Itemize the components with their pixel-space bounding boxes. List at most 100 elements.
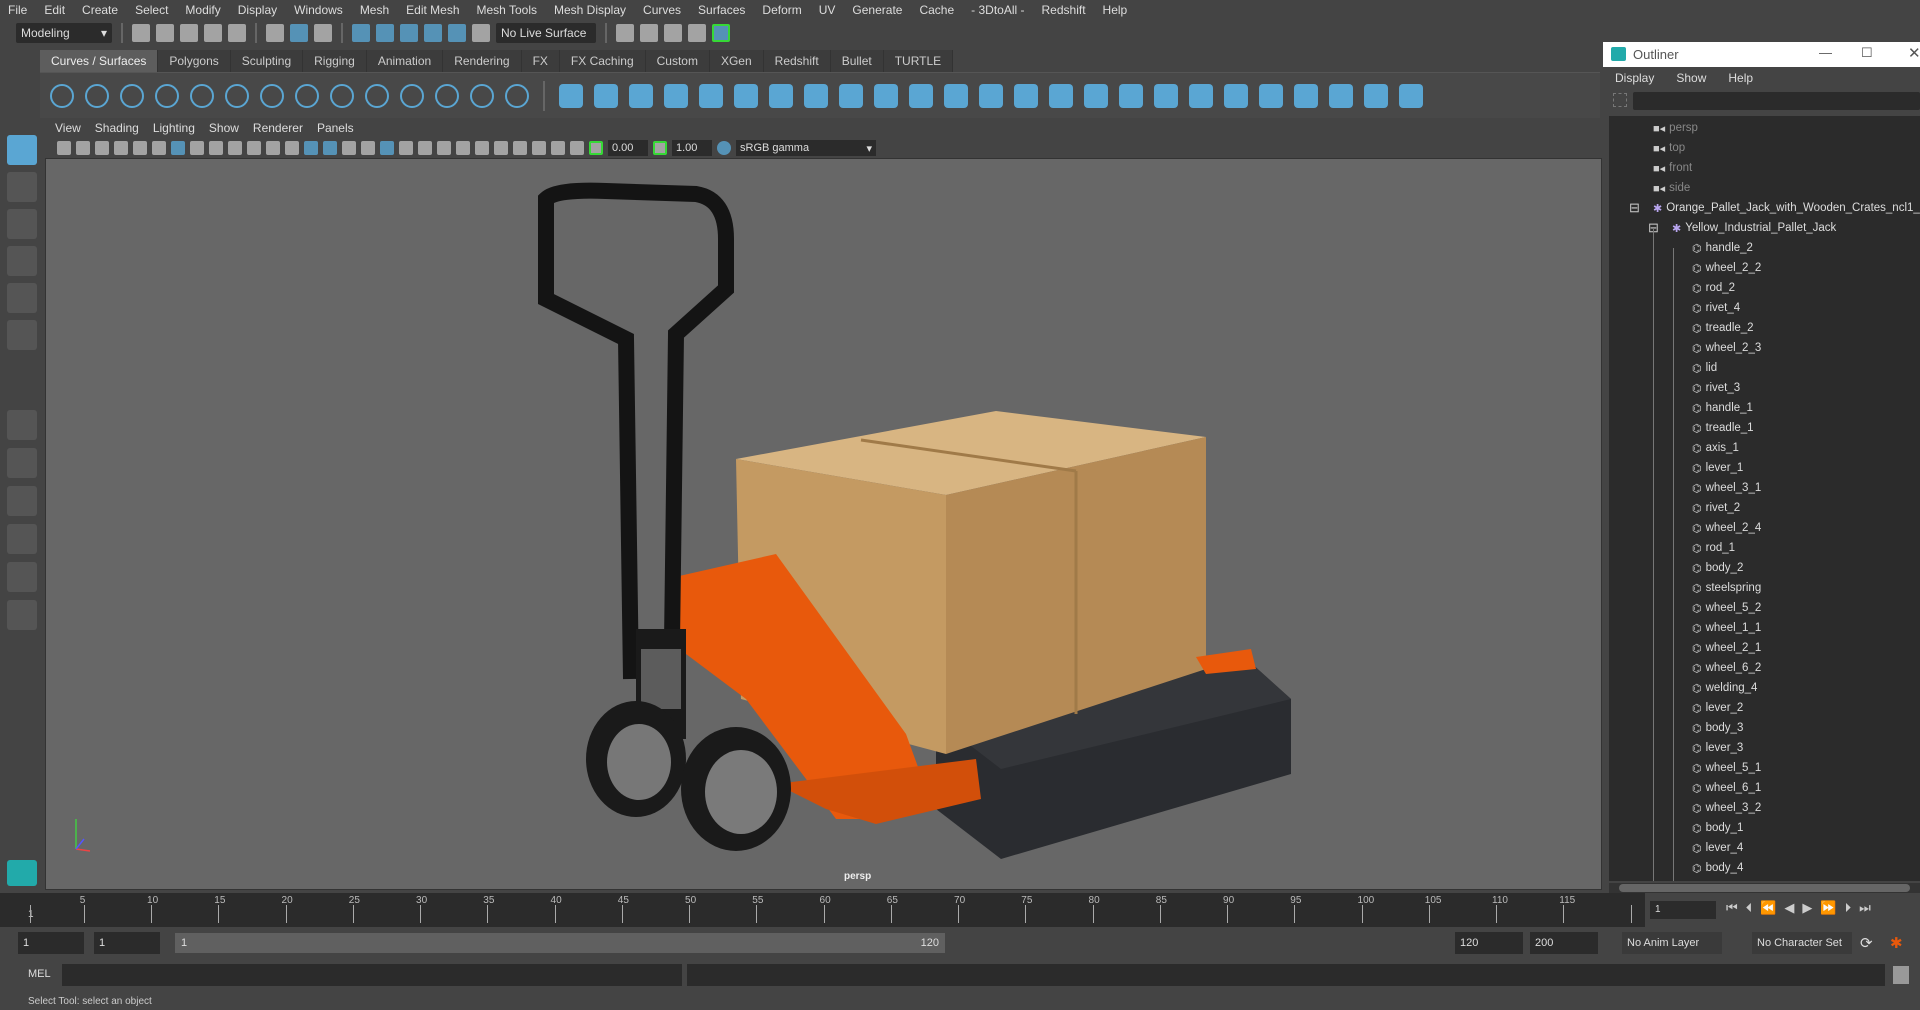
menu--3dtoall-[interactable]: - 3DtoAll -: [971, 3, 1024, 17]
outliner-item[interactable]: ■◂ top: [1653, 138, 1685, 158]
bevel-icon[interactable]: [944, 83, 968, 108]
panel-menu-shading[interactable]: Shading: [95, 121, 139, 135]
snap-live-icon[interactable]: [472, 24, 490, 42]
move-tool-icon[interactable]: [7, 246, 37, 276]
mel-label[interactable]: MEL: [28, 968, 51, 980]
menu-surfaces[interactable]: Surfaces: [698, 3, 745, 17]
exposure-field[interactable]: 0.00: [608, 140, 648, 156]
playback-start-field[interactable]: 1: [94, 932, 160, 954]
two-pane-layout-icon[interactable]: [7, 486, 37, 516]
graph-layout-icon[interactable]: [7, 562, 37, 592]
end-time-field[interactable]: 200: [1530, 932, 1598, 954]
rotate-tool-icon[interactable]: [7, 283, 37, 313]
outliner-item[interactable]: ⌬ wheel_2_2: [1692, 258, 1761, 278]
outliner-menu-help[interactable]: Help: [1728, 71, 1753, 85]
menu-display[interactable]: Display: [238, 3, 277, 17]
sculpt-icon[interactable]: [1224, 83, 1248, 108]
play-forward-icon[interactable]: ▶: [1802, 900, 1812, 916]
wireframe-icon[interactable]: [304, 141, 318, 155]
maximize-icon[interactable]: ☐: [1861, 45, 1873, 61]
single-pane-layout-icon[interactable]: [7, 410, 37, 440]
step-forward-icon[interactable]: ⏵: [1845, 900, 1852, 916]
auto-key-icon[interactable]: ⟳: [1860, 934, 1873, 952]
undo-icon[interactable]: [204, 24, 222, 42]
cylinder-icon[interactable]: [629, 83, 653, 108]
extend-curve-icon[interactable]: [505, 83, 529, 108]
outliner-item[interactable]: ⌬ body_1: [1692, 818, 1743, 838]
grid-icon[interactable]: [171, 141, 185, 155]
planar-icon[interactable]: [839, 83, 863, 108]
resolution-gate-icon[interactable]: [209, 141, 223, 155]
panel-menu-lighting[interactable]: Lighting: [153, 121, 195, 135]
project-icon[interactable]: [1119, 83, 1143, 108]
panel-menu-view[interactable]: View: [55, 121, 81, 135]
untrim-icon[interactable]: [1084, 83, 1108, 108]
render-sequence-icon[interactable]: [640, 24, 658, 42]
outliner-item[interactable]: ⌬ wheel_6_2: [1692, 658, 1761, 678]
time-slider[interactable]: 1 51015202530354045505560657075808590951…: [0, 893, 1645, 927]
square-icon[interactable]: [85, 83, 109, 108]
menu-modify[interactable]: Modify: [185, 3, 220, 17]
2d-pan-icon[interactable]: [133, 141, 147, 155]
extrude-icon[interactable]: [874, 83, 898, 108]
live-surface-field[interactable]: No Live Surface: [496, 23, 596, 43]
script-editor-icon[interactable]: [1893, 966, 1909, 984]
bezier-curve-icon[interactable]: [190, 83, 214, 108]
menu-cache[interactable]: Cache: [919, 3, 954, 17]
snap-curve-icon[interactable]: [376, 24, 394, 42]
step-forward-key-icon[interactable]: ⏩: [1820, 900, 1836, 916]
outliner-item[interactable]: ⌬ body_2: [1692, 558, 1743, 578]
select-tool-icon[interactable]: [7, 135, 37, 165]
shelf-tab[interactable]: FX Caching: [559, 50, 646, 72]
safe-title-icon[interactable]: [285, 141, 299, 155]
start-time-field[interactable]: 1: [18, 932, 84, 954]
circle-icon[interactable]: [50, 83, 74, 108]
outliner-item[interactable]: ■◂ persp: [1653, 118, 1698, 138]
plane-icon[interactable]: [699, 83, 723, 108]
playback-end-field[interactable]: 120: [1455, 932, 1523, 954]
character-set-select[interactable]: No Character Set: [1752, 932, 1852, 954]
lasso-tool-icon[interactable]: [7, 172, 37, 202]
insert-isoparm-icon[interactable]: [1259, 83, 1283, 108]
four-pane-layout-icon[interactable]: [7, 448, 37, 478]
outliner-item[interactable]: ⌬ rod_1: [1692, 538, 1735, 558]
outliner-item[interactable]: ⊟ ✱ Orange_Pallet_Jack_with_Wooden_Crates_…: [1629, 198, 1920, 218]
outliner-item[interactable]: ⌬ wheel_1_1: [1692, 618, 1761, 638]
step-back-icon[interactable]: ⏴: [1746, 900, 1753, 916]
play-back-icon[interactable]: ◀: [1784, 900, 1794, 916]
outliner-item[interactable]: ⌬ wheel_2_3: [1692, 338, 1761, 358]
xray-icon[interactable]: [532, 141, 546, 155]
save-scene-icon[interactable]: [180, 24, 198, 42]
snap-view-icon[interactable]: [424, 24, 442, 42]
gamma-field[interactable]: 1.00: [672, 140, 712, 156]
depth-of-field-icon[interactable]: [494, 141, 508, 155]
ipr-render-icon[interactable]: [664, 24, 682, 42]
outliner-item[interactable]: ⌬ wheel_3_1: [1692, 478, 1761, 498]
sphere-icon[interactable]: [559, 83, 583, 108]
hypershade-layout-icon[interactable]: [7, 600, 37, 630]
render-frame-icon[interactable]: [616, 24, 634, 42]
step-back-key-icon[interactable]: ⏪: [1760, 900, 1776, 916]
outliner-scrollbar[interactable]: [1609, 883, 1920, 893]
outliner-item[interactable]: ⌬ lever_1: [1692, 458, 1743, 478]
stitch-icon[interactable]: [1189, 83, 1213, 108]
menu-deform[interactable]: Deform: [762, 3, 801, 17]
color-space-select[interactable]: sRGB gamma ▾: [736, 140, 876, 156]
cv-curve-icon[interactable]: [120, 83, 144, 108]
menu-generate[interactable]: Generate: [852, 3, 902, 17]
outliner-item[interactable]: ⌬ body_3: [1692, 718, 1743, 738]
outliner-menu-show[interactable]: Show: [1676, 71, 1706, 85]
motion-blur-icon[interactable]: [456, 141, 470, 155]
outliner-item[interactable]: ⌬ treadle_1: [1692, 418, 1754, 438]
shelf-tab[interactable]: Bullet: [830, 50, 884, 72]
outliner-item[interactable]: ⌬ handle_2: [1692, 238, 1753, 258]
go-to-end-icon[interactable]: ⏭: [1859, 900, 1871, 916]
boundary-icon[interactable]: [979, 83, 1003, 108]
birail-icon[interactable]: [909, 83, 933, 108]
menu-edit[interactable]: Edit: [44, 3, 65, 17]
snap-grid-icon[interactable]: [352, 24, 370, 42]
shelf-tab[interactable]: Rigging: [303, 50, 367, 72]
menu-mesh-display[interactable]: Mesh Display: [554, 3, 626, 17]
outliner-layout-icon[interactable]: [7, 524, 37, 554]
default-material-icon[interactable]: [342, 141, 356, 155]
